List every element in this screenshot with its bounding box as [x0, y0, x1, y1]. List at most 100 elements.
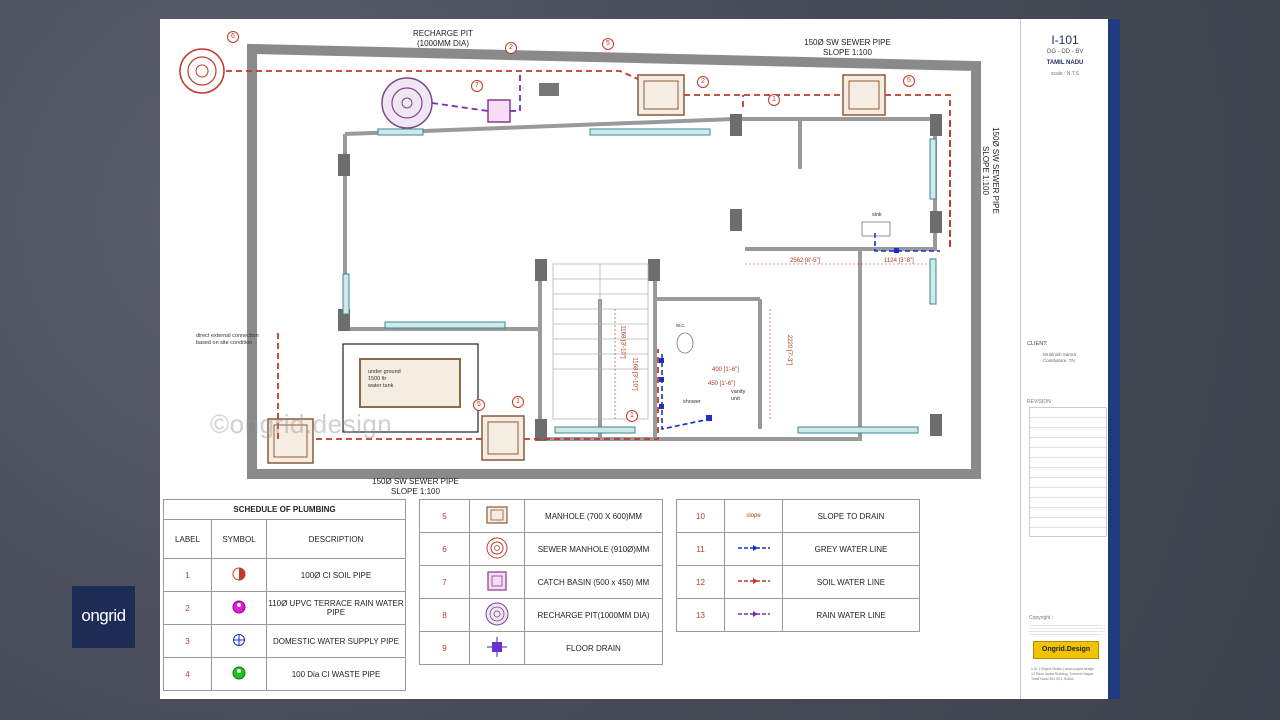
row-description: FLOOR DRAIN	[524, 631, 663, 665]
row-label: 3	[163, 624, 212, 658]
header-label: LABEL	[163, 519, 212, 559]
upvc-rain-water-pipe-icon	[211, 591, 267, 625]
water-tank-label: under ground 1500 ltr water tank	[368, 369, 401, 389]
header-description: DESCRIPTION	[266, 519, 406, 559]
table-row: 2 110Ø UPVC TERRACE RAIN WATER PIPE	[163, 591, 406, 625]
revisions-label: REVISION :	[1027, 399, 1054, 405]
shower-label: shower	[683, 399, 701, 405]
floor-drain-markers	[659, 248, 899, 421]
ci-waste-pipe-icon	[211, 657, 267, 691]
row-description: CATCH BASIN (500 x 450) MM	[524, 565, 663, 599]
row-description: 110Ø UPVC TERRACE RAIN WATER PIPE	[266, 591, 406, 625]
row-description: RECHARGE PIT(1000MM DIA)	[524, 598, 663, 632]
callout-5-right: 5	[903, 75, 915, 87]
sewer-manhole-symbol	[179, 48, 225, 94]
callout-5-top: 5	[602, 38, 614, 50]
callout-5-bottom: 5	[473, 399, 485, 411]
callout-1-bottom: 1	[512, 396, 524, 408]
schedule-title: SCHEDULE OF PLUMBING	[163, 499, 406, 520]
client-name: Mr.Binish Samra Coimbatore, TN	[1043, 352, 1077, 363]
dim-1168-b: 1168 [3'-10"]	[631, 357, 638, 391]
drawing-sheet: RECHARGE PIT (1000MM DIA) 150Ø SW SEWER …	[160, 19, 1120, 699]
rain-water-line-icon	[724, 598, 783, 632]
dim-2562: 2562 [8'-5"]	[790, 258, 821, 264]
ci-soil-pipe-icon	[211, 558, 267, 592]
title-strip	[1108, 19, 1120, 699]
dim-400: 400 [1'-6"]	[712, 367, 739, 373]
table-row: 5 MANHOLE (700 X 600)MM	[419, 499, 663, 533]
wc-fixture	[676, 332, 694, 354]
sink-label: sink	[872, 212, 882, 218]
row-description: 100 Dia CI WASTE PIPE	[266, 657, 406, 691]
table-row: 4 100 Dia CI WASTE PIPE	[163, 657, 406, 691]
row-label: 10	[676, 499, 725, 533]
row-description: 100Ø CI SOIL PIPE	[266, 558, 406, 592]
table-row: 12 SOIL WATER LINE	[676, 565, 920, 599]
row-label: 7	[419, 565, 470, 599]
sewer-pipe-top-label: 150Ø SW SEWER PIPE SLOPE 1:100	[804, 38, 891, 57]
ongrid-brand-logo: ongrid	[72, 586, 135, 648]
callout-2-top: 2	[505, 42, 517, 54]
external-connection-note: direct external connection based on site…	[196, 333, 259, 346]
callout-2-right: 2	[697, 76, 709, 88]
recharge-pit-symbol	[381, 77, 433, 129]
soil-water-line-icon	[724, 565, 783, 599]
header-symbol: SYMBOL	[211, 519, 267, 559]
watermark: ©ongrid.design	[210, 409, 393, 439]
recharge-pit-label: RECHARGE PIT (1000MM DIA)	[412, 29, 473, 48]
callout-6: 6	[227, 31, 239, 43]
grey-water-line-icon	[724, 532, 783, 566]
domestic-water-supply-icon	[211, 624, 267, 658]
row-label: 8	[419, 598, 470, 632]
dim-2220: 2220 [7'-3"]	[786, 334, 793, 366]
copyright-text	[1029, 623, 1105, 635]
client-label: CLIENT:	[1027, 341, 1048, 347]
row-description: RAIN WATER LINE	[782, 598, 920, 632]
vanity-label: vanity unit	[731, 389, 746, 402]
dim-450: 450 [1'-6"]	[708, 381, 735, 387]
catch-basin-symbol	[487, 99, 511, 123]
table-row: 9 FLOOR DRAIN	[419, 631, 663, 665]
recharge-pit-icon	[469, 598, 525, 632]
row-description: DOMESTIC WATER SUPPLY PIPE	[266, 624, 406, 658]
drawing-state: TAMIL NADU	[1046, 60, 1084, 66]
row-description: GREY WATER LINE	[782, 532, 920, 566]
sewer-pipe-bottom-label: 150Ø SW SEWER PIPE SLOPE 1:100	[372, 477, 459, 496]
row-description: SOIL WATER LINE	[782, 565, 920, 599]
sheet-number: 001	[1099, 679, 1105, 688]
table-row: 10 slope SLOPE TO DRAIN	[676, 499, 920, 533]
manhole-icon	[469, 499, 525, 533]
drawing-date: 08 / 09 / 2023	[1096, 591, 1105, 640]
copyright-label: Copyright :	[1029, 615, 1054, 621]
ongrid-design-logo: Ongrid.Design	[1033, 641, 1099, 659]
row-label: 1	[163, 558, 212, 592]
row-description: SEWER MANHOLE (910Ø)MM	[524, 532, 663, 566]
table-row: 7 CATCH BASIN (500 x 450) MM	[419, 565, 663, 599]
schedule-table-3: 10 slope SLOPE TO DRAIN 11 GREY WATER LI…	[676, 499, 920, 632]
callout-1-bath: 1	[626, 410, 638, 422]
revisions-grid	[1029, 407, 1107, 537]
equipment-box	[539, 83, 559, 96]
row-label: 4	[163, 657, 212, 691]
row-label: 2	[163, 591, 212, 625]
sewer-manhole-icon	[469, 532, 525, 566]
schedule-table-2: 5 MANHOLE (700 X 600)MM 6 SEWER MANHOLE …	[419, 499, 663, 665]
row-label: 13	[676, 598, 725, 632]
catch-basin-icon	[469, 565, 525, 599]
row-description: SLOPE TO DRAIN	[782, 499, 920, 533]
dim-1124: 1124 [3'-8"]	[884, 258, 914, 264]
row-label: 6	[419, 532, 470, 566]
floor-drain-icon	[469, 631, 525, 665]
table-row: 3 DOMESTIC WATER SUPPLY PIPE	[163, 624, 406, 658]
row-label: 9	[419, 631, 470, 665]
drawing-title: Ground Floor Drainage Layout	[1096, 119, 1105, 228]
drawing-scale: scale : N.T.S	[1050, 71, 1080, 77]
table-row: 6 SEWER MANHOLE (910Ø)MM	[419, 532, 663, 566]
drawing-subcode: OG - DD - BV	[1046, 49, 1084, 55]
callout-7: 7	[471, 80, 483, 92]
callout-1-top: 1	[768, 94, 780, 106]
row-label: 5	[419, 499, 470, 533]
table-row: 8 RECHARGE PIT(1000MM DIA)	[419, 598, 663, 632]
floor-plan: RECHARGE PIT (1000MM DIA) 150Ø SW SEWER …	[160, 19, 1020, 499]
dim-1168-a: 1168 [3'-10"]	[619, 325, 626, 359]
